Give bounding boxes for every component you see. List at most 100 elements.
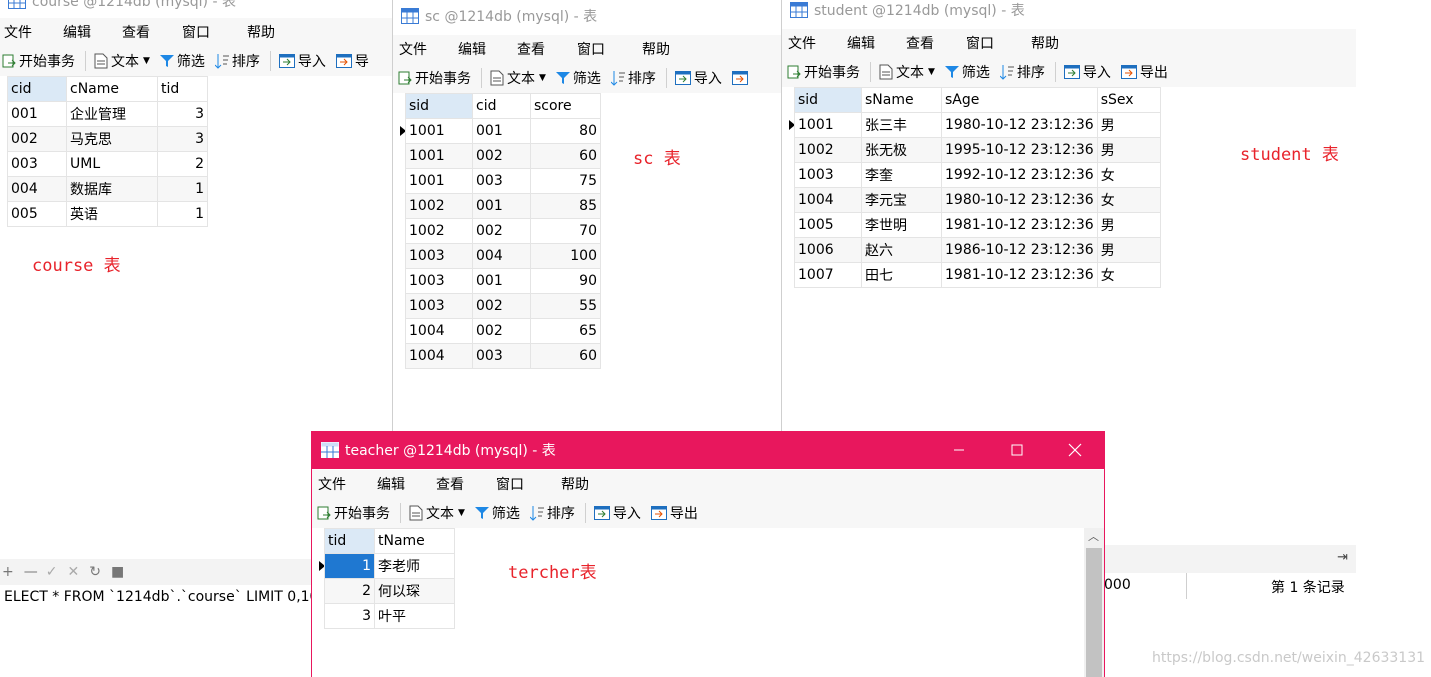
- minimize-button[interactable]: [930, 431, 988, 469]
- table-row[interactable]: 1002 001 85: [399, 193, 601, 219]
- cell[interactable]: 3: [324, 603, 375, 629]
- table-row[interactable]: 1003 002 55: [399, 293, 601, 319]
- cell[interactable]: 003: [472, 343, 531, 369]
- cell[interactable]: 3: [157, 126, 208, 152]
- cell[interactable]: 李元宝: [861, 187, 942, 213]
- table-row[interactable]: 1006 赵六 1986-10-12 23:12:36 男: [788, 237, 1161, 263]
- menu-window[interactable]: 窗口: [496, 474, 524, 494]
- table-row[interactable]: 1001 001 80: [399, 118, 601, 144]
- cell[interactable]: UML: [66, 151, 158, 177]
- cell[interactable]: 1001: [405, 118, 473, 144]
- import-button[interactable]: 导入: [593, 503, 641, 523]
- sort-button[interactable]: 排序: [529, 503, 575, 523]
- cell[interactable]: 1981-10-12 23:12:36: [941, 262, 1098, 288]
- cell[interactable]: 60: [530, 143, 601, 169]
- table-row[interactable]: 1005 李世明 1981-10-12 23:12:36 男: [788, 212, 1161, 238]
- cell[interactable]: 80: [530, 118, 601, 144]
- begin-transaction-button[interactable]: 开始事务: [787, 62, 860, 82]
- cell[interactable]: 70: [530, 218, 601, 244]
- cell[interactable]: 英语: [66, 201, 158, 227]
- cell[interactable]: 1995-10-12 23:12:36: [941, 137, 1098, 163]
- menu-edit[interactable]: 编辑: [458, 39, 486, 59]
- cell[interactable]: 004: [7, 176, 67, 202]
- cell[interactable]: 001: [472, 118, 531, 144]
- menu-view[interactable]: 查看: [906, 33, 934, 53]
- cell[interactable]: 1003: [405, 293, 473, 319]
- cell[interactable]: 1005: [794, 212, 862, 238]
- text-button[interactable]: 文本 ▼: [490, 68, 546, 88]
- cell[interactable]: 002: [472, 318, 531, 344]
- cell[interactable]: 1980-10-12 23:12:36: [941, 187, 1098, 213]
- cell[interactable]: 1006: [794, 237, 862, 263]
- menu-file[interactable]: 文件: [788, 33, 816, 53]
- export-button[interactable]: 导出: [650, 503, 698, 523]
- table-row[interactable]: 1004 李元宝 1980-10-12 23:12:36 女: [788, 187, 1161, 213]
- menu-help[interactable]: 帮助: [642, 39, 670, 59]
- table-row[interactable]: 003 UML 2: [7, 151, 208, 177]
- cell[interactable]: 90: [530, 268, 601, 294]
- cell[interactable]: 张三丰: [861, 112, 942, 138]
- table-row[interactable]: 1 李老师: [318, 553, 455, 579]
- menu-file[interactable]: 文件: [4, 22, 32, 42]
- menu-file[interactable]: 文件: [399, 39, 427, 59]
- menu-window[interactable]: 窗口: [577, 39, 605, 59]
- cell[interactable]: 叶平: [374, 603, 455, 629]
- filter-button[interactable]: 筛选: [555, 68, 601, 88]
- cell[interactable]: 女: [1096, 262, 1161, 288]
- cell[interactable]: 李世明: [861, 212, 942, 238]
- cell[interactable]: 企业管理: [66, 101, 158, 127]
- cell[interactable]: 1004: [405, 318, 473, 344]
- vertical-scrollbar[interactable]: ︿: [1084, 528, 1104, 677]
- table-row[interactable]: 1003 001 90: [399, 268, 601, 294]
- cell[interactable]: 1002: [794, 137, 862, 163]
- cell[interactable]: 1003: [405, 243, 473, 269]
- import-button[interactable]: 导入: [1063, 62, 1111, 82]
- cell[interactable]: 1004: [405, 343, 473, 369]
- cell[interactable]: 75: [530, 168, 601, 194]
- cell[interactable]: 李老师: [374, 553, 455, 579]
- cell[interactable]: 女: [1096, 162, 1161, 188]
- cell[interactable]: 1: [157, 176, 208, 202]
- import-button[interactable]: 导入: [674, 68, 722, 88]
- table-row[interactable]: 3 叶平: [318, 603, 455, 629]
- cell[interactable]: 004: [472, 243, 531, 269]
- menu-help[interactable]: 帮助: [247, 22, 275, 42]
- menu-view[interactable]: 查看: [517, 39, 545, 59]
- text-button[interactable]: 文本 ▼: [94, 51, 150, 71]
- cell[interactable]: 1980-10-12 23:12:36: [941, 112, 1098, 138]
- cell[interactable]: 女: [1096, 187, 1161, 213]
- scroll-up-icon[interactable]: ︿: [1088, 528, 1099, 544]
- cell[interactable]: 1: [157, 201, 208, 227]
- cell[interactable]: 002: [7, 126, 67, 152]
- cell[interactable]: 55: [530, 293, 601, 319]
- menu-edit[interactable]: 编辑: [847, 33, 875, 53]
- menu-file[interactable]: 文件: [318, 474, 346, 494]
- table-row[interactable]: 1001 张三丰 1980-10-12 23:12:36 男: [788, 112, 1161, 138]
- column-header-tname[interactable]: tName: [374, 528, 455, 554]
- table-row[interactable]: 1001 003 75: [399, 168, 601, 194]
- table-row[interactable]: 1001 002 60: [399, 143, 601, 169]
- table-row[interactable]: 1004 002 65: [399, 318, 601, 344]
- text-button[interactable]: 文本 ▼: [409, 503, 465, 523]
- cell[interactable]: 003: [7, 151, 67, 177]
- cell[interactable]: 003: [472, 168, 531, 194]
- cell[interactable]: 男: [1096, 112, 1161, 138]
- cell[interactable]: 1003: [405, 268, 473, 294]
- begin-transaction-button[interactable]: 开始事务: [398, 68, 471, 88]
- table-row[interactable]: 2 何以琛: [318, 578, 455, 604]
- cell[interactable]: 005: [7, 201, 67, 227]
- cell[interactable]: 1004: [794, 187, 862, 213]
- table-row[interactable]: 1002 002 70: [399, 218, 601, 244]
- column-header-cid[interactable]: cid: [7, 76, 67, 102]
- sort-button[interactable]: 排序: [610, 68, 656, 88]
- column-header-cname[interactable]: cName: [66, 76, 158, 102]
- column-header-tid[interactable]: tid: [157, 76, 208, 102]
- export-button[interactable]: 导出: [1120, 62, 1168, 82]
- menu-window[interactable]: 窗口: [182, 22, 210, 42]
- menu-help[interactable]: 帮助: [561, 474, 589, 494]
- column-header-score[interactable]: score: [530, 93, 601, 119]
- table-row[interactable]: 1007 田七 1981-10-12 23:12:36 女: [788, 262, 1161, 288]
- cell[interactable]: 男: [1096, 137, 1161, 163]
- table-row[interactable]: 1003 004 100: [399, 243, 601, 269]
- close-button[interactable]: [1046, 431, 1104, 469]
